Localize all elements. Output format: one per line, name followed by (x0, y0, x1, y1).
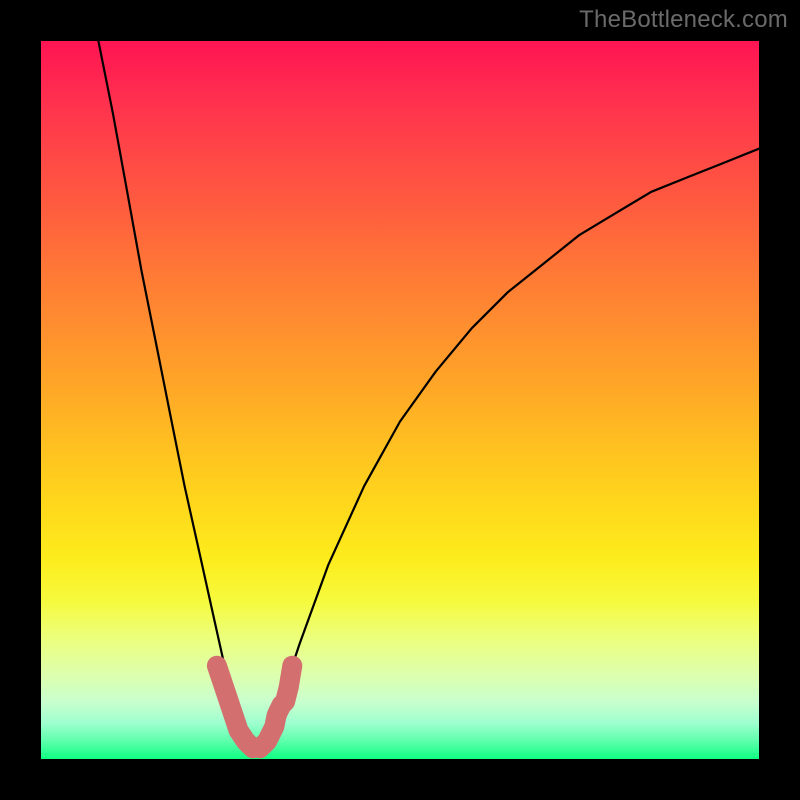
plot-area (41, 41, 759, 759)
curve-layer (41, 41, 759, 759)
optimal-zone-highlight (217, 666, 292, 749)
watermark-text: TheBottleneck.com (579, 6, 788, 34)
chart-frame: TheBottleneck.com (0, 0, 800, 800)
bottleneck-curve (98, 41, 759, 752)
